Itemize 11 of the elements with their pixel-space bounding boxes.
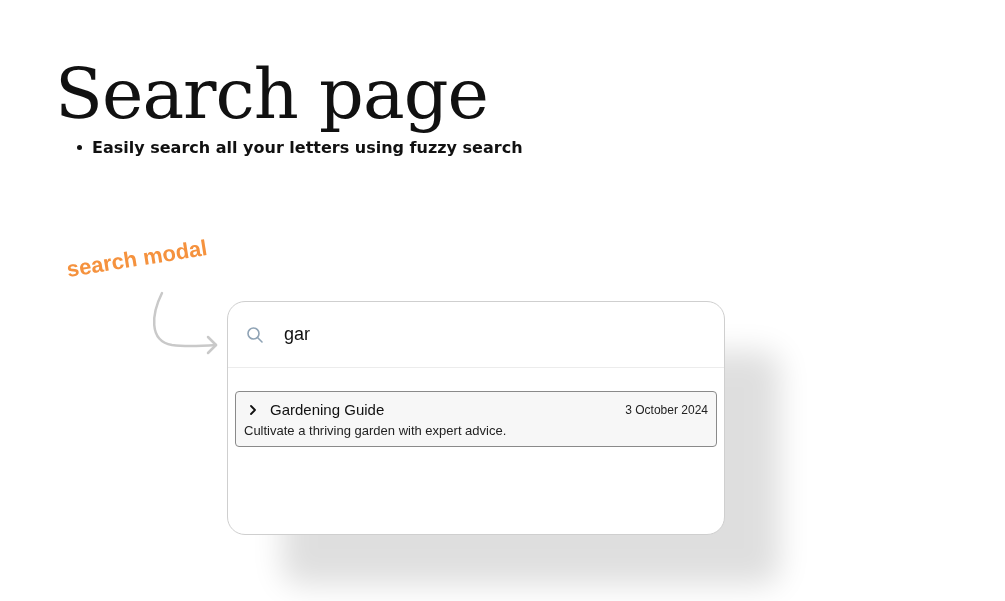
search-icon bbox=[246, 325, 264, 344]
result-title: Gardening Guide bbox=[270, 401, 385, 418]
search-field[interactable]: gar bbox=[284, 324, 664, 345]
page-title: Search page bbox=[55, 52, 488, 136]
bullet-text: Easily search all your letters using fuzzy search bbox=[92, 138, 523, 157]
result-date: 3 October 2024 bbox=[625, 402, 708, 417]
bullet-dot bbox=[77, 145, 82, 150]
annotation-label: search modal bbox=[64, 235, 210, 283]
search-result[interactable]: Gardening Guide 3 October 2024 Cultivate a thriving garden with expert advice. bbox=[235, 391, 717, 447]
result-excerpt: Cultivate a thriving garden with expert advice. bbox=[244, 423, 508, 438]
chevron-icon[interactable] bbox=[248, 403, 258, 416]
